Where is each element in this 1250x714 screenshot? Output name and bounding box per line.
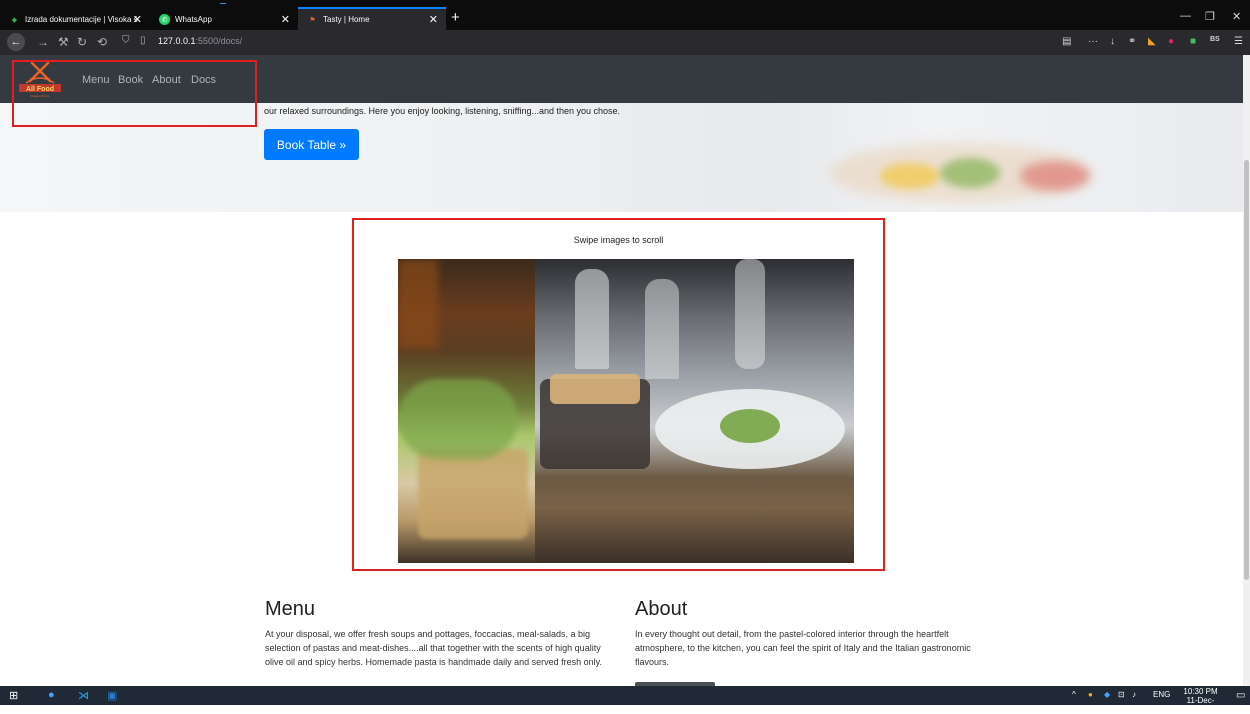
about-description: In every thought out detail, from the pa… (635, 629, 971, 667)
notifications-icon[interactable]: ▭ (1236, 690, 1245, 701)
tracking-shield-icon[interactable]: ⛉ (122, 35, 130, 46)
green-extension-icon[interactable]: ■ (1190, 36, 1196, 47)
whatsapp-icon: ✆ (159, 14, 170, 25)
tasty-favicon-icon: ⚑ (309, 16, 316, 24)
clock-time: 10:30 PM (1183, 687, 1218, 696)
addon-icon[interactable]: ◣ (1148, 36, 1156, 47)
scrollbar-thumb[interactable] (1244, 160, 1249, 580)
hero-image-herbs (940, 158, 1000, 188)
bs-extension-icon[interactable]: BS (1210, 36, 1220, 43)
download-icon[interactable]: ↓ (1110, 36, 1115, 47)
browser-toolbar: ← → ⚒ ↻ ⟲ ⛉ ▯ 127.0.0.1:5500/docs/ ▤ ···… (0, 30, 1250, 55)
windows-start-icon[interactable]: ⊞ (9, 689, 18, 702)
url-host: 127.0.0.1 (158, 36, 196, 46)
close-tab-icon[interactable]: ✕ (429, 13, 438, 26)
leaf-favicon-icon: ◆ (11, 16, 18, 24)
volume-icon[interactable]: ♪ (1132, 690, 1136, 699)
history-icon[interactable]: ⟲ (97, 35, 107, 49)
tray-dropbox-icon[interactable]: ◆ (1104, 690, 1110, 699)
tray-chevron-icon[interactable]: ^ (1072, 690, 1076, 699)
reload-icon[interactable]: ↻ (77, 35, 87, 49)
tab-label: Izrada dokumentacije | Visoka š (25, 15, 138, 24)
reader-view-icon[interactable]: ▤ (1062, 36, 1071, 47)
hero-image-tomato (1020, 161, 1090, 191)
tab-label: WhatsApp (175, 15, 212, 24)
extension-icon[interactable]: ⚭ (1128, 36, 1136, 47)
annotation-box-navbar (12, 60, 257, 127)
restore-icon[interactable]: ❐ (1205, 10, 1215, 23)
back-icon[interactable]: ← (7, 33, 25, 51)
page-scrollbar[interactable] (1243, 55, 1250, 686)
more-actions-icon[interactable]: ··· (1088, 36, 1098, 47)
menu-heading: Menu (265, 598, 316, 620)
browser-tab-strip: ◆ Izrada dokumentacije | Visoka š ✕ ✆ Wh… (0, 0, 1250, 30)
url-field[interactable]: 127.0.0.1:5500/docs/ (158, 36, 242, 46)
tray-app-icon[interactable]: ● (1088, 690, 1093, 699)
close-tab-icon[interactable]: ✕ (133, 13, 142, 26)
browser-tab-tasty[interactable]: ⚑ Tasty | Home ✕ (298, 7, 446, 30)
firefox-icon[interactable]: ● (48, 689, 55, 701)
minimize-icon[interactable]: — (1180, 10, 1191, 22)
close-tab-icon[interactable]: ✕ (281, 13, 290, 26)
clock[interactable]: 10:30 PM 11-Dec-2020 (1178, 687, 1223, 714)
clock-date: 11-Dec-2020 (1186, 696, 1215, 714)
hero-image-lemon (880, 163, 940, 189)
record-icon[interactable]: ● (1168, 36, 1174, 47)
close-window-icon[interactable]: ✕ (1232, 10, 1241, 23)
word-icon[interactable]: ▣ (107, 689, 117, 702)
forward-icon[interactable]: → (37, 35, 49, 49)
tab-indicator (220, 0, 226, 4)
browser-tab-whatsapp[interactable]: ✆ WhatsApp ✕ (150, 9, 298, 30)
menu-description: At your disposal, we offer fresh soups a… (265, 629, 603, 667)
hamburger-menu-icon[interactable]: ☰ (1234, 36, 1243, 47)
book-table-button[interactable]: Book Table » (264, 129, 359, 160)
new-tab-icon[interactable]: + (451, 9, 460, 26)
network-icon[interactable]: ⊡ (1118, 690, 1125, 699)
vscode-icon[interactable]: ⋊ (78, 689, 89, 702)
wrench-icon[interactable]: ⚒ (58, 35, 69, 49)
annotation-box-gallery (352, 218, 885, 571)
hero-text: our relaxed surroundings. Here you enjoy… (264, 106, 621, 116)
language-indicator[interactable]: ENG (1153, 690, 1170, 699)
about-heading: About (635, 598, 688, 620)
page-info-icon[interactable]: ▯ (140, 35, 146, 46)
browser-tab-docs[interactable]: ◆ Izrada dokumentacije | Visoka š ✕ (0, 9, 150, 30)
url-path: :5500/docs/ (195, 36, 243, 46)
tab-label: Tasty | Home (323, 15, 370, 24)
windows-taskbar: ⊞ ● ⋊ ▣ ^ ● ◆ ⊡ ♪ ENG 10:30 PM 11-Dec-20… (0, 686, 1250, 714)
